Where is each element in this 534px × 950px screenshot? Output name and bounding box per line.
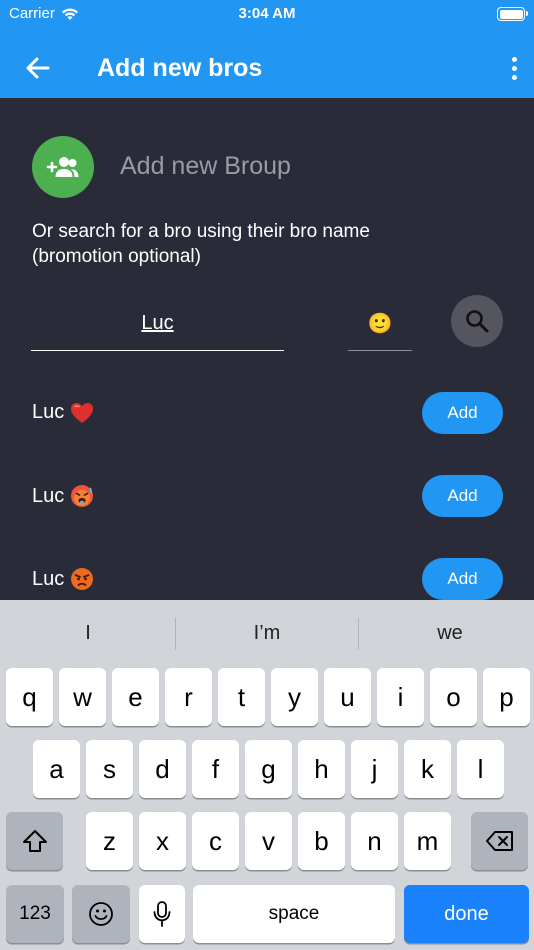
key-g[interactable]: g <box>245 740 292 798</box>
backspace-key[interactable] <box>471 812 528 870</box>
key-o[interactable]: o <box>430 668 477 726</box>
key-h[interactable]: h <box>298 740 345 798</box>
shift-key[interactable] <box>6 812 63 870</box>
key-r[interactable]: r <box>165 668 212 726</box>
key-z[interactable]: z <box>86 812 133 870</box>
group-add-icon <box>46 157 79 177</box>
add-group-button[interactable] <box>32 136 94 198</box>
key-j[interactable]: j <box>351 740 398 798</box>
keyboard: I I’m we qwertyuiopasdfghjklzxcvbnm 123 … <box>0 600 534 950</box>
bro-name-input[interactable] <box>31 303 284 343</box>
key-b[interactable]: b <box>298 812 345 870</box>
key-y[interactable]: y <box>271 668 318 726</box>
key-d[interactable]: d <box>139 740 186 798</box>
suggestion-divider <box>175 618 176 650</box>
key-w[interactable]: w <box>59 668 106 726</box>
search-icon <box>466 310 489 333</box>
key-e[interactable]: e <box>112 668 159 726</box>
key-u[interactable]: u <box>324 668 371 726</box>
hot-face-icon <box>71 485 94 507</box>
done-key[interactable]: done <box>404 885 529 943</box>
result-name-text: Luc <box>32 401 65 423</box>
battery-icon <box>497 7 528 21</box>
bromotion-value: 🙂 <box>367 313 393 335</box>
search-hint: Or search for a bro using their bro name… <box>32 221 370 267</box>
add-group-label[interactable]: Add new Broup <box>120 152 291 181</box>
search-button[interactable] <box>451 295 503 347</box>
suggestion-divider <box>358 618 359 650</box>
key-s[interactable]: s <box>86 740 133 798</box>
key-m[interactable]: m <box>404 812 451 870</box>
suggestion-3[interactable]: we <box>362 622 534 645</box>
more-options-icon[interactable] <box>504 52 524 84</box>
microphone-icon <box>153 901 171 927</box>
result-row: Luc Add <box>0 392 534 434</box>
emoji-icon <box>89 902 113 926</box>
key-i[interactable]: i <box>377 668 424 726</box>
clock: 3:04 AM <box>238 5 296 22</box>
status-bar: Carrier 3:04 AM <box>0 0 534 28</box>
suggestion-1[interactable]: I <box>0 622 176 645</box>
result-row: Luc Add <box>0 475 534 517</box>
result-row: Luc Add <box>0 558 534 600</box>
mic-key[interactable] <box>139 885 185 943</box>
bromotion-field[interactable]: 🙂 <box>348 303 412 351</box>
result-name: Luc <box>32 401 94 424</box>
key-p[interactable]: p <box>483 668 530 726</box>
shift-icon <box>22 830 47 852</box>
key-t[interactable]: t <box>218 668 265 726</box>
add-bro-button[interactable]: Add <box>422 475 503 517</box>
result-name: Luc <box>32 484 94 508</box>
key-v[interactable]: v <box>245 812 292 870</box>
space-key[interactable]: space <box>193 885 395 943</box>
key-a[interactable]: a <box>33 740 80 798</box>
backspace-icon <box>485 831 513 851</box>
page-title: Add new bros <box>97 54 263 82</box>
result-name-text: Luc <box>32 567 65 590</box>
emoji-key[interactable] <box>72 885 130 943</box>
key-n[interactable]: n <box>351 812 398 870</box>
suggestion-bar: I I’m we <box>0 600 534 668</box>
heart-icon <box>71 402 94 423</box>
main-content: Add new Broup Or search for a bro using … <box>0 98 534 600</box>
numbers-key[interactable]: 123 <box>6 885 64 943</box>
key-x[interactable]: x <box>139 812 186 870</box>
result-name-text: Luc <box>32 484 65 507</box>
key-c[interactable]: c <box>192 812 239 870</box>
key-k[interactable]: k <box>404 740 451 798</box>
add-bro-button[interactable]: Add <box>422 558 503 600</box>
angry-face-icon <box>71 568 94 590</box>
key-l[interactable]: l <box>457 740 504 798</box>
suggestion-2[interactable]: I’m <box>179 622 355 645</box>
result-name: Luc <box>32 567 94 591</box>
key-f[interactable]: f <box>192 740 239 798</box>
key-q[interactable]: q <box>6 668 53 726</box>
add-bro-button[interactable]: Add <box>422 392 503 434</box>
back-arrow-icon[interactable] <box>24 54 52 82</box>
bro-name-field[interactable] <box>31 303 284 351</box>
app-bar: Carrier 3:04 AM Add new bros <box>0 0 534 98</box>
